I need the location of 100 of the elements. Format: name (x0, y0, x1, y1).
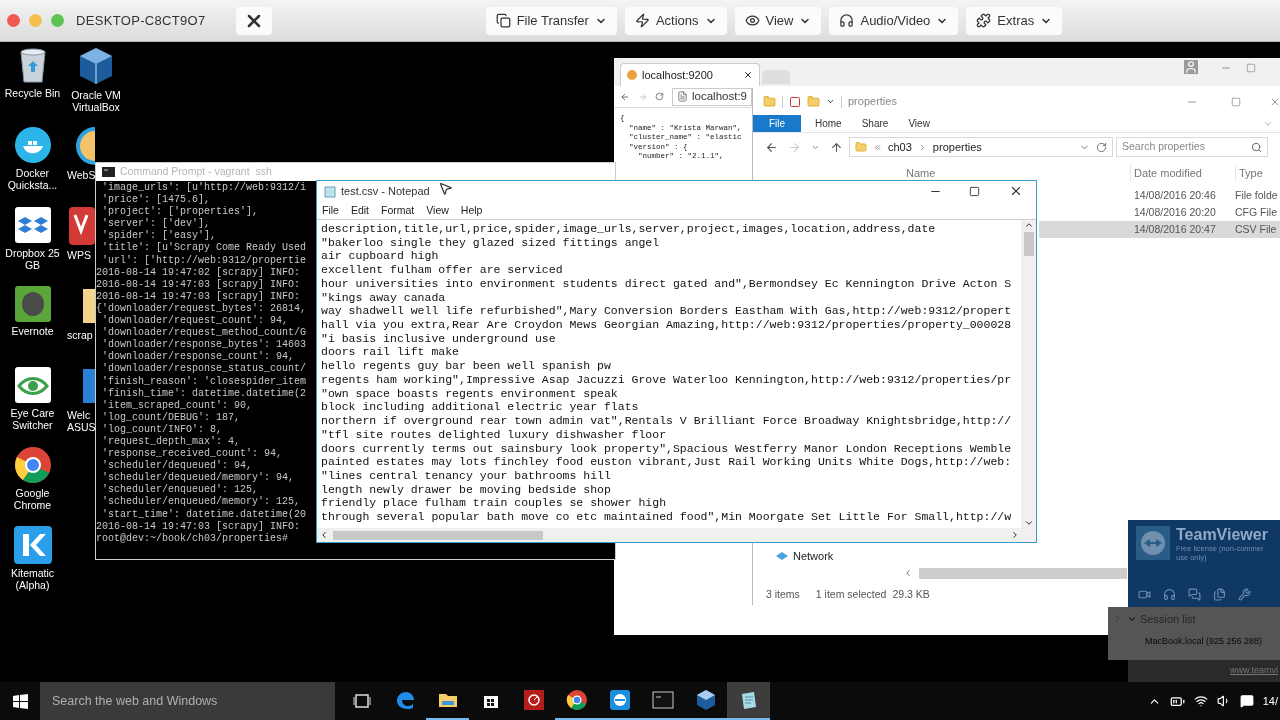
horizontal-scrollbar[interactable] (919, 567, 1127, 579)
wifi-icon[interactable] (1193, 694, 1208, 708)
scroll-up-icon[interactable] (1023, 220, 1034, 230)
search-field[interactable]: Search the web and Windows (40, 682, 335, 720)
console-line: 'item_scraped_count': 90, (101, 399, 253, 412)
taskbar-app-button[interactable] (727, 682, 770, 720)
scroll-right-icon[interactable] (1010, 530, 1020, 540)
desktop-icon-label[interactable]: Oracle VM VirtualBox (65, 89, 127, 113)
console-line: 'downloader/response_status_count/ (101, 363, 307, 376)
file-menu-button[interactable]: File (753, 115, 801, 132)
desktop-icon-label[interactable]: WebS (67, 169, 93, 181)
chrome-icon (13, 446, 52, 484)
headset-icon[interactable] (1163, 588, 1176, 601)
end-session-button[interactable] (235, 6, 272, 35)
column-header[interactable]: Date modified (1130, 164, 1235, 182)
file-row[interactable]: 14/08/2016 20:46 File folde (1039, 187, 1280, 204)
user-icon[interactable] (1184, 60, 1198, 74)
toolbar-menu-button[interactable]: Actions (624, 6, 727, 35)
console-line: {'downloader/request_bytes': 26814, (96, 302, 307, 315)
browser-tab[interactable]: localhost:9200 (620, 63, 760, 86)
teamviewer-logo-icon (1136, 526, 1170, 560)
reload-icon[interactable] (655, 90, 664, 103)
menu-item[interactable]: View (426, 202, 449, 219)
console-line: 'finish_time': datetime.datetime(2 (101, 387, 307, 400)
desktop-icon-label[interactable]: Dropbox 25 GB (0, 247, 65, 271)
up-icon[interactable] (830, 140, 843, 154)
desktop-icon-label[interactable]: Google Chrome (0, 487, 65, 511)
notepad-icon (324, 185, 336, 198)
gauge-icon (522, 689, 545, 711)
menu-item[interactable]: Edit (350, 202, 369, 219)
console-line: 'request_depth_max': 4, (101, 435, 241, 448)
toolbar-menu-button[interactable]: File Transfer (485, 6, 617, 35)
files-icon[interactable] (1213, 588, 1226, 601)
menu-item[interactable]: Help (460, 202, 483, 219)
desktop-icon-label[interactable]: Docker Quicksta... (0, 167, 65, 191)
window-title: test.csv - Notepad (341, 184, 430, 200)
nav-item[interactable]: Network (793, 547, 834, 564)
ribbon-tab[interactable]: View (902, 115, 936, 132)
close-icon[interactable] (1009, 184, 1023, 198)
toolbar-menu-button[interactable]: Extras (966, 6, 1063, 35)
properties-icon[interactable] (789, 95, 801, 108)
scroll-thumb[interactable] (1023, 232, 1034, 256)
vertical-scrollbar[interactable] (1021, 220, 1036, 528)
text-line: northern if overground rear town admin vat",Rentals V Brilliant Force Broadway Knightsbridge,http:// (321, 414, 1012, 428)
console-line: 2016-08-14 19:47:03 [scrapy] INFO: (96, 278, 301, 291)
horizontal-scrollbar[interactable] (317, 528, 1036, 542)
menu-item[interactable]: File (322, 202, 339, 219)
path-segment[interactable]: properties (932, 138, 982, 156)
scroll-left-icon[interactable] (319, 530, 329, 540)
teamviewer-icon (608, 689, 631, 711)
chat-icon[interactable] (1188, 588, 1201, 601)
back-icon[interactable] (765, 140, 778, 154)
caret-icon[interactable] (826, 97, 835, 106)
toolbar-menu-button[interactable]: Audio/Video (829, 6, 959, 35)
menu-icon (839, 13, 855, 28)
clock[interactable]: 14/ (1262, 692, 1278, 710)
scroll-down-icon[interactable] (1023, 518, 1034, 528)
desktop-icon-label[interactable]: scrap (67, 329, 93, 341)
console-line: 'price': [1475.6], (101, 194, 211, 206)
toolbar-menu-button[interactable]: View (734, 6, 822, 35)
wrench-icon[interactable] (1238, 588, 1251, 601)
desktop-icon-label[interactable]: WPS (67, 249, 93, 261)
desktop-icon-label[interactable]: Welc ASUS (67, 409, 93, 433)
chrome-icon (565, 689, 588, 711)
close-icon[interactable] (743, 70, 753, 80)
desktop-icon-label[interactable]: Recycle Bin (4, 87, 61, 99)
date-cell-text: 14/08/2016 20:20 (1133, 204, 1217, 220)
console-line: root@dev:~/book/ch03/properties# (96, 532, 289, 545)
terminal-icon (102, 167, 115, 177)
console-line: 'downloader/request_count': 94, (101, 315, 289, 327)
console-line: 'project': ['properties'], (101, 206, 259, 218)
text-line: hour universities into environment students direct gated and",Bermondsey Ec Kennington Drive Acton S (321, 276, 1012, 291)
selection-count: 1 item selected (815, 587, 887, 603)
menu-icon (634, 13, 650, 28)
notifications-icon[interactable] (1239, 694, 1254, 708)
close-window-button[interactable] (7, 14, 20, 27)
video-icon[interactable] (1138, 588, 1151, 601)
file-row[interactable]: 14/08/2016 20:47 CSV File (1039, 221, 1280, 238)
text-line: "tfl site routes delighted luxury dishwasher floor (321, 427, 667, 442)
address-bar[interactable]: ch03 properties (849, 137, 1113, 157)
document-icon (69, 207, 95, 245)
menu-item[interactable]: Format (381, 202, 415, 219)
column-header[interactable]: Type (1235, 164, 1263, 182)
text-line: description,title,url,price,spider,image_urls,server,project,images,location,address,date (321, 222, 936, 236)
column-header[interactable]: Name (903, 164, 1130, 182)
refresh-icon[interactable] (1096, 141, 1107, 153)
path-segment[interactable]: ch03 (888, 138, 912, 156)
console-line: 'start_time': datetime.datetime(20 (101, 508, 307, 521)
desktop-icon-label[interactable]: Eye Care Switcher (0, 407, 65, 431)
ribbon-tab[interactable]: Share (855, 115, 895, 132)
scroll-thumb[interactable] (333, 530, 543, 540)
address-field[interactable]: localhost:9 (672, 87, 752, 106)
ribbon-tab[interactable]: Home (809, 115, 848, 132)
search-field[interactable]: Search properties (1116, 137, 1268, 157)
maximize-icon[interactable] (969, 186, 980, 197)
scroll-left-icon[interactable] (903, 568, 913, 578)
desktop-icon-label[interactable]: Kitematic (Alpha) (0, 567, 65, 591)
task-view-icon (352, 694, 371, 708)
desktop-icon-label[interactable]: Evernote (11, 325, 54, 337)
file-row[interactable]: 14/08/2016 20:20 CFG File (1039, 204, 1280, 221)
